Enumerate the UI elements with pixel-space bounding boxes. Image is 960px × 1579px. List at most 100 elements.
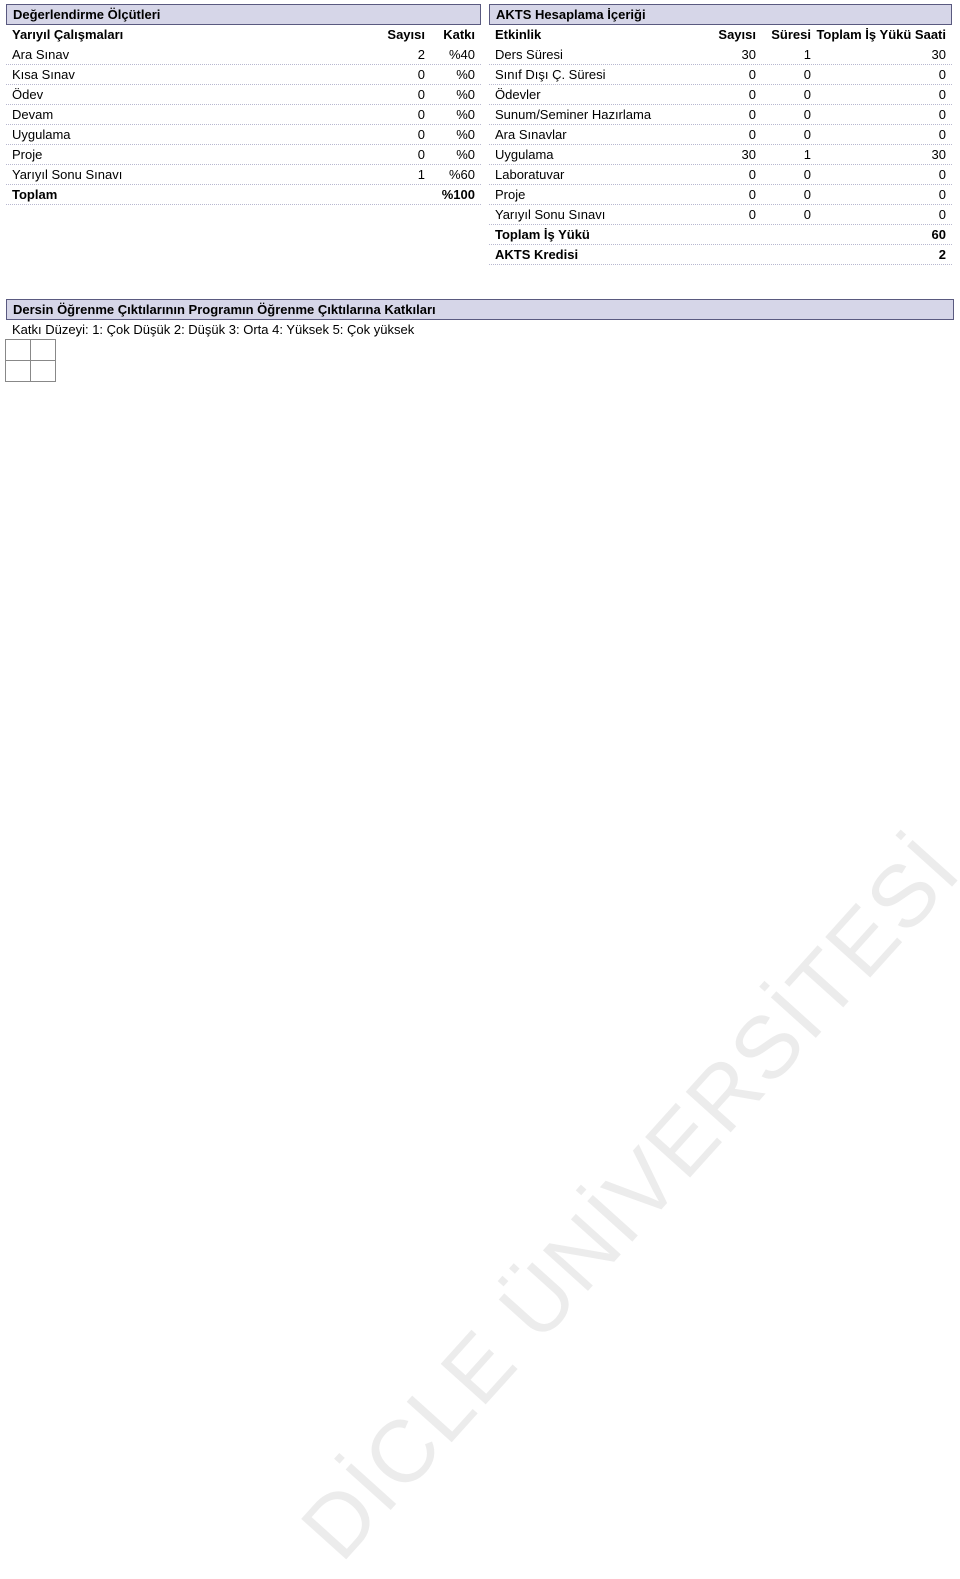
cell: 0 [811,67,946,82]
hdr-count: Sayısı [375,27,425,42]
cell: 0 [756,167,811,182]
top-section: Değerlendirme Ölçütleri Yarıyıl Çalışmal… [0,0,960,269]
cell: 1 [756,147,811,162]
cell: Ara Sınav [12,47,375,62]
cell: Ders Süresi [495,47,701,62]
hdr-count: Sayısı [701,27,756,42]
table-row: Kısa Sınav 0 %0 [6,65,481,85]
hdr-total-hours: Toplam İş Yükü Saati [811,27,946,42]
grid-cell [5,339,31,361]
table-row: Ödevler 0 0 0 [489,85,952,105]
hdr-duration: Süresi [756,27,811,42]
cell: %0 [425,107,475,122]
cell: %0 [425,67,475,82]
table-row: Sunum/Seminer Hazırlama 0 0 0 [489,105,952,125]
cell: Sınıf Dışı Ç. Süresi [495,67,701,82]
cell: Ara Sınavlar [495,127,701,142]
table-row: Uygulama 0 %0 [6,125,481,145]
grid-row [6,340,58,361]
cell: 0 [811,207,946,222]
cell: 0 [701,107,756,122]
cell: 0 [811,167,946,182]
cell: Sunum/Seminer Hazırlama [495,107,701,122]
table-row: Ara Sınavlar 0 0 0 [489,125,952,145]
table-footer-row: Toplam İş Yükü 60 [489,225,952,245]
cell-total-value: %100 [425,187,475,202]
cell [756,227,811,242]
table-row: Ders Süresi 30 1 30 [489,45,952,65]
table-row: Yarıyıl Sonu Sınavı 1 %60 [6,165,481,185]
outcomes-grid [6,340,58,382]
cell: Yarıyıl Sonu Sınavı [12,167,375,182]
cell: 0 [756,127,811,142]
table-row: Proje 0 0 0 [489,185,952,205]
cell: 2 [375,47,425,62]
cell: 0 [756,187,811,202]
cell: 0 [375,147,425,162]
cell: Proje [495,187,701,202]
evaluation-title: Değerlendirme Ölçütleri [6,4,481,25]
cell: 30 [811,147,946,162]
table-footer-row: Toplam %100 [6,185,481,205]
grid-cell [30,339,56,361]
cell: Kısa Sınav [12,67,375,82]
cell [756,247,811,262]
table-row: Laboratuvar 0 0 0 [489,165,952,185]
grid-row [6,361,58,382]
evaluation-criteria-panel: Değerlendirme Ölçütleri Yarıyıl Çalışmal… [6,4,481,265]
cell: 0 [811,87,946,102]
table-row: Proje 0 %0 [6,145,481,165]
cell: 30 [701,147,756,162]
outcomes-section: Dersin Öğrenme Çıktılarının Programın Öğ… [6,299,954,339]
table-row: Yarıyıl Sonu Sınavı 0 0 0 [489,205,952,225]
cell: 30 [811,47,946,62]
cell-total-workload-value: 60 [811,227,946,242]
cell: 0 [701,67,756,82]
cell: 0 [756,107,811,122]
cell: 0 [701,87,756,102]
cell: Ödevler [495,87,701,102]
cell: 0 [375,67,425,82]
cell: 0 [811,107,946,122]
cell: 0 [811,127,946,142]
cell: Proje [12,147,375,162]
outcomes-title: Dersin Öğrenme Çıktılarının Programın Öğ… [6,299,954,320]
cell: %0 [425,127,475,142]
table-row: Sınıf Dışı Ç. Süresi 0 0 0 [489,65,952,85]
cell [701,247,756,262]
evaluation-header-row: Yarıyıl Çalışmaları Sayısı Katkı [6,25,481,45]
hdr-activity: Yarıyıl Çalışmaları [12,27,375,42]
cell: %0 [425,147,475,162]
cell: 0 [756,67,811,82]
cell-akts-credit-label: AKTS Kredisi [495,247,701,262]
cell-total-workload-label: Toplam İş Yükü [495,227,701,242]
table-footer-row: AKTS Kredisi 2 [489,245,952,265]
grid-cell [5,360,31,382]
cell [701,227,756,242]
cell: 0 [811,187,946,202]
cell: 0 [701,127,756,142]
akts-panel: AKTS Hesaplama İçeriği Etkinlik Sayısı S… [489,4,952,265]
cell: Yarıyıl Sonu Sınavı [495,207,701,222]
cell: 0 [375,107,425,122]
cell: 0 [701,207,756,222]
cell: Laboratuvar [495,167,701,182]
cell: 0 [375,127,425,142]
cell: 1 [756,47,811,62]
hdr-contribution: Katkı [425,27,475,42]
hdr-activity: Etkinlik [495,27,701,42]
cell [375,187,425,202]
cell: 1 [375,167,425,182]
cell-akts-credit-value: 2 [811,247,946,262]
cell: 0 [756,207,811,222]
cell: 0 [701,167,756,182]
table-row: Ödev 0 %0 [6,85,481,105]
cell: Ödev [12,87,375,102]
outcomes-grid-container [6,340,954,382]
cell: %60 [425,167,475,182]
cell: %40 [425,47,475,62]
table-row: Devam 0 %0 [6,105,481,125]
cell: 0 [701,187,756,202]
grid-cell [30,360,56,382]
outcomes-note: Katkı Düzeyi: 1: Çok Düşük 2: Düşük 3: O… [6,320,954,339]
